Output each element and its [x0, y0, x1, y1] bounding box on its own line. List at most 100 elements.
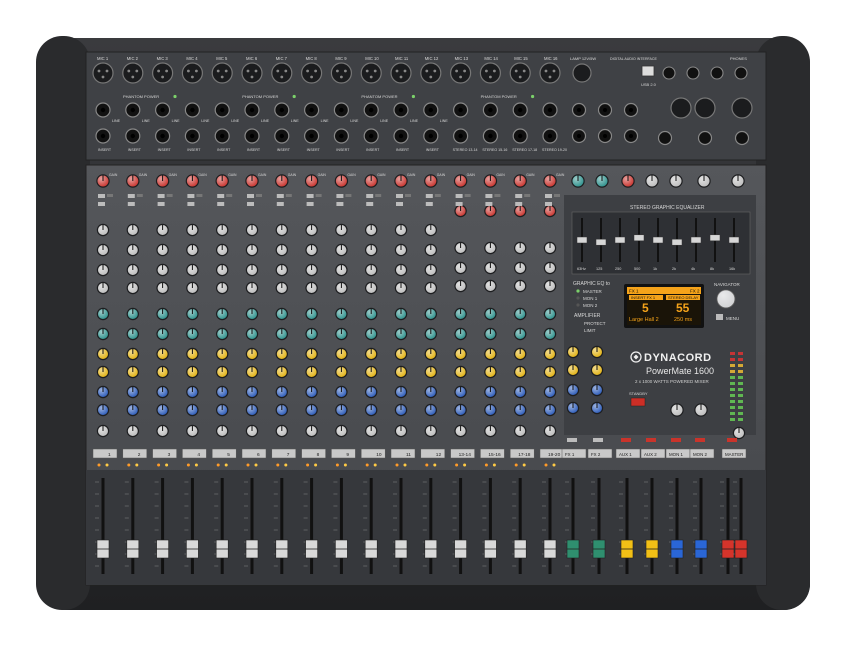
comp-button[interactable]: [545, 202, 552, 206]
eq-slider-cap[interactable]: [633, 234, 645, 242]
comp-button[interactable]: [455, 202, 463, 206]
xlr-input-jack[interactable]: [152, 62, 174, 84]
comp-button[interactable]: [306, 202, 314, 206]
hpf-button[interactable]: [396, 194, 403, 198]
xlr-input-jack[interactable]: [360, 62, 382, 84]
mute-button[interactable]: [122, 448, 148, 459]
xlr-pin: [135, 69, 139, 73]
xlr-output-jack[interactable]: [670, 97, 692, 119]
xlr-input-jack[interactable]: [539, 62, 561, 84]
output-jack[interactable]: [710, 66, 724, 80]
eq-slider-cap[interactable]: [595, 238, 607, 246]
comp-button[interactable]: [217, 202, 225, 206]
hpf-button[interactable]: [157, 194, 165, 198]
speaker-output-jack[interactable]: [697, 130, 713, 146]
xlr-input-jack[interactable]: [301, 62, 323, 84]
comp-button[interactable]: [515, 202, 523, 206]
eq-slider-cap[interactable]: [728, 236, 740, 244]
mute-button[interactable]: [331, 448, 356, 459]
mute-button[interactable]: [241, 448, 267, 459]
xlr-input-jack[interactable]: [181, 62, 203, 84]
hpf-button[interactable]: [306, 194, 314, 198]
comp-button[interactable]: [485, 202, 493, 206]
hpf-button[interactable]: [187, 194, 195, 198]
hpf-button[interactable]: [127, 194, 135, 198]
menu-button[interactable]: [716, 314, 723, 320]
mute-button[interactable]: [593, 438, 603, 442]
xlr-pin: [518, 75, 522, 79]
xlr-input-jack[interactable]: [509, 62, 531, 84]
mute-button[interactable]: [671, 438, 681, 442]
hpf-button[interactable]: [366, 194, 374, 198]
mute-button[interactable]: [301, 448, 326, 459]
xlr-input-jack[interactable]: [450, 62, 472, 84]
comp-button[interactable]: [366, 202, 374, 206]
line-label: LINE: [142, 119, 151, 123]
usb-port[interactable]: [641, 65, 655, 77]
comp-button[interactable]: [336, 202, 344, 206]
eq-slider-cap[interactable]: [690, 236, 702, 244]
standby-button[interactable]: [630, 397, 646, 407]
mute-button[interactable]: [695, 438, 705, 442]
xlr-input-jack[interactable]: [420, 62, 442, 84]
xlr-input-jack[interactable]: [390, 62, 412, 84]
mute-button[interactable]: [211, 448, 237, 459]
eq-slider-cap[interactable]: [671, 238, 683, 246]
mute-button[interactable]: [182, 448, 207, 459]
led: [285, 194, 292, 197]
comp-button[interactable]: [276, 202, 284, 206]
mute-button[interactable]: [567, 438, 577, 442]
mic-label: MIC 11: [395, 56, 409, 61]
output-jack[interactable]: [662, 66, 676, 80]
comp-button[interactable]: [425, 202, 433, 206]
hpf-button[interactable]: [425, 194, 433, 198]
xlr-input-jack[interactable]: [241, 62, 263, 84]
mute-button[interactable]: [92, 448, 118, 459]
comp-button[interactable]: [127, 202, 135, 206]
hpf-button[interactable]: [485, 194, 493, 198]
comp-button[interactable]: [247, 202, 254, 206]
xlr-output-jack[interactable]: [731, 97, 753, 119]
meter-led: [738, 352, 743, 355]
hpf-button[interactable]: [515, 194, 523, 198]
comp-button[interactable]: [157, 202, 165, 206]
output-jack[interactable]: [686, 66, 700, 80]
comp-button[interactable]: [396, 202, 403, 206]
mute-button[interactable]: [727, 438, 737, 442]
xlr-input-jack[interactable]: [479, 62, 501, 84]
speaker-output-jack[interactable]: [734, 130, 750, 146]
hpf-button[interactable]: [455, 194, 463, 198]
comp-button[interactable]: [187, 202, 195, 206]
speaker-output-jack[interactable]: [657, 130, 673, 146]
mute-button[interactable]: [646, 438, 656, 442]
mute-button[interactable]: [271, 448, 297, 459]
eq-slider-cap[interactable]: [709, 234, 721, 242]
xlr-output-jack[interactable]: [694, 97, 716, 119]
hpf-button[interactable]: [276, 194, 284, 198]
hpf-button[interactable]: [247, 194, 254, 198]
hpf-button[interactable]: [336, 194, 344, 198]
xlr-input-jack[interactable]: [271, 62, 293, 84]
stereo-input-label: STEREO 15-16: [482, 148, 507, 152]
eq-slider-cap[interactable]: [614, 236, 626, 244]
eq-slider-cap[interactable]: [576, 236, 588, 244]
hpf-button[interactable]: [98, 194, 105, 198]
xlr-input-jack[interactable]: [330, 62, 352, 84]
lamp-socket[interactable]: [572, 63, 592, 83]
mute-button[interactable]: [420, 448, 446, 459]
mute-button[interactable]: [360, 448, 386, 459]
channel-number: 9: [346, 452, 349, 458]
xlr-input-jack[interactable]: [92, 62, 114, 84]
eq-slider-cap[interactable]: [652, 236, 664, 244]
xlr-input-jack[interactable]: [122, 62, 144, 84]
return-label: FX 1: [565, 452, 575, 457]
mute-button[interactable]: [621, 438, 631, 442]
hpf-button[interactable]: [217, 194, 225, 198]
mute-button[interactable]: [152, 448, 177, 459]
comp-button[interactable]: [98, 202, 105, 206]
xlr-input-jack[interactable]: [211, 62, 233, 84]
jack-hole: [398, 133, 404, 139]
hpf-button[interactable]: [545, 194, 552, 198]
output-jack[interactable]: [734, 66, 748, 80]
mute-button[interactable]: [390, 448, 416, 459]
